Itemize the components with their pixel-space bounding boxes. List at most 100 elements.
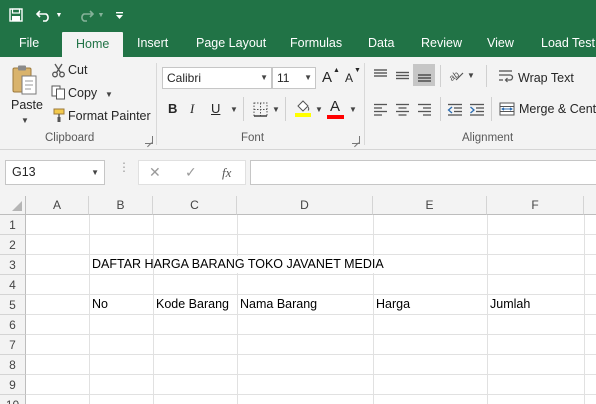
align-right-icon[interactable] xyxy=(415,100,433,118)
row-header-1[interactable]: 1 xyxy=(0,215,26,235)
gridline xyxy=(26,374,596,375)
wrap-text-icon[interactable] xyxy=(497,67,515,85)
paste-dropdown-icon[interactable]: ▼ xyxy=(21,116,29,125)
column-header-a[interactable]: A xyxy=(26,196,89,215)
clipboard-launcher-icon[interactable] xyxy=(145,136,153,144)
orientation-dropdown-icon[interactable]: ▼ xyxy=(467,71,475,80)
resize-grip-icon[interactable]: ⋮ xyxy=(118,161,130,179)
divider xyxy=(285,97,286,121)
select-all-button[interactable] xyxy=(0,196,26,215)
row-header-2[interactable]: 2 xyxy=(0,235,26,255)
fill-color-icon[interactable] xyxy=(294,98,312,118)
row-header-9[interactable]: 9 xyxy=(0,375,26,395)
tab-view[interactable]: View xyxy=(487,30,514,57)
tab-home[interactable]: Home xyxy=(62,32,124,57)
cell-b5[interactable]: No xyxy=(89,294,108,314)
cell-c5[interactable]: Kode Barang xyxy=(153,294,229,314)
column-header-b[interactable]: B xyxy=(89,196,153,215)
paste-icon[interactable] xyxy=(10,63,40,97)
row-header-10[interactable]: 10 xyxy=(0,395,26,404)
tab-review[interactable]: Review xyxy=(421,30,462,57)
cell-b3-title[interactable]: DAFTAR HARGA BARANG TOKO JAVANET MEDIA xyxy=(89,254,384,274)
align-bottom-icon[interactable] xyxy=(413,64,435,86)
italic-button[interactable]: I xyxy=(190,101,194,117)
undo-icon[interactable] xyxy=(34,4,54,26)
column-header-e[interactable]: E xyxy=(373,196,487,215)
font-size-value: 11 xyxy=(277,71,290,85)
cell-e5[interactable]: Harga xyxy=(373,294,410,314)
copy-button[interactable]: Copy xyxy=(68,86,97,100)
tab-formulas[interactable]: Formulas xyxy=(290,30,342,57)
align-center-icon[interactable] xyxy=(393,100,411,118)
tab-insert[interactable]: Insert xyxy=(137,30,168,57)
align-top-icon[interactable] xyxy=(371,66,389,84)
gridline xyxy=(584,215,585,404)
ribbon-tabs: File Home Insert Page Layout Formulas Da… xyxy=(0,30,596,57)
format-painter-button[interactable]: Format Painter xyxy=(68,109,151,123)
paste-button[interactable]: Paste xyxy=(11,98,43,112)
column-header-partial[interactable] xyxy=(584,196,596,215)
column-header-c[interactable]: C xyxy=(153,196,237,215)
row-header-3[interactable]: 3 xyxy=(0,255,26,275)
column-header-d[interactable]: D xyxy=(237,196,373,215)
formula-buttons: ✕ ✓ fx xyxy=(138,160,246,185)
row-header-6[interactable]: 6 xyxy=(0,315,26,335)
clipboard-group-label: Clipboard xyxy=(45,132,95,144)
borders-icon[interactable] xyxy=(251,100,269,118)
caret-up-icon: ▲ xyxy=(333,67,340,74)
underline-button[interactable]: U xyxy=(211,101,220,116)
cancel-button[interactable]: ✕ xyxy=(149,161,161,184)
row-header-8[interactable]: 8 xyxy=(0,355,26,375)
wrap-text-button[interactable]: Wrap Text xyxy=(518,71,574,85)
customize-qat-icon[interactable] xyxy=(113,4,125,26)
increase-indent-icon[interactable] xyxy=(468,100,486,118)
align-left-icon[interactable] xyxy=(371,100,389,118)
save-icon[interactable] xyxy=(6,4,26,26)
paintbrush-icon[interactable] xyxy=(50,107,66,123)
copy-icon[interactable] xyxy=(50,84,66,100)
ribbon: Paste ▼ Cut Copy ▼ Format Painter Clipbo… xyxy=(0,57,596,150)
font-name-select[interactable]: Calibri ▼ xyxy=(162,67,272,89)
cell-f5[interactable]: Jumlah xyxy=(487,294,530,314)
orientation-icon[interactable]: ab xyxy=(447,66,465,84)
formula-input[interactable] xyxy=(250,160,596,185)
font-group-label: Font xyxy=(241,132,265,144)
font-color-button[interactable]: A xyxy=(330,98,340,115)
redo-icon[interactable] xyxy=(76,4,96,26)
font-launcher-icon[interactable] xyxy=(352,136,360,144)
insert-function-button[interactable]: fx xyxy=(222,161,231,184)
gridline xyxy=(26,274,596,275)
tab-file[interactable]: File xyxy=(19,30,39,57)
cut-button[interactable]: Cut xyxy=(68,63,87,77)
bold-button[interactable]: B xyxy=(168,101,177,116)
font-color-dropdown-icon[interactable]: ▼ xyxy=(349,105,357,114)
tab-page-layout[interactable]: Page Layout xyxy=(196,30,266,57)
shrink-font-button[interactable]: A xyxy=(345,71,353,85)
align-middle-icon[interactable] xyxy=(393,66,411,84)
divider xyxy=(491,97,492,121)
column-header-f[interactable]: F xyxy=(487,196,584,215)
merge-center-button[interactable]: Merge & Center xyxy=(519,102,596,116)
scissors-icon[interactable] xyxy=(50,62,66,78)
copy-dropdown-icon[interactable]: ▼ xyxy=(105,90,113,99)
cell-d5[interactable]: Nama Barang xyxy=(237,294,317,314)
borders-dropdown-icon[interactable]: ▼ xyxy=(272,105,280,114)
merge-center-icon[interactable] xyxy=(498,100,516,118)
decrease-indent-icon[interactable] xyxy=(446,100,464,118)
grow-font-button[interactable]: A xyxy=(322,69,332,86)
chevron-down-icon: ▼ xyxy=(260,73,268,82)
name-box[interactable]: G13 ▼ xyxy=(5,160,105,185)
underline-dropdown-icon[interactable]: ▼ xyxy=(230,105,238,114)
font-size-select[interactable]: 11 ▼ xyxy=(272,67,316,89)
fill-color-dropdown-icon[interactable]: ▼ xyxy=(315,105,323,114)
row-header-4[interactable]: 4 xyxy=(0,275,26,295)
tab-data[interactable]: Data xyxy=(368,30,394,57)
row-header-7[interactable]: 7 xyxy=(0,335,26,355)
alignment-group-label: Alignment xyxy=(462,132,514,144)
undo-dropdown-icon[interactable]: ▼ xyxy=(55,4,63,26)
caret-down-icon: ▼ xyxy=(354,67,361,74)
row-header-5[interactable]: 5 xyxy=(0,295,26,315)
enter-button[interactable]: ✓ xyxy=(185,161,197,184)
redo-dropdown-icon[interactable]: ▼ xyxy=(97,4,105,26)
tab-load-test[interactable]: Load Test xyxy=(541,30,595,57)
